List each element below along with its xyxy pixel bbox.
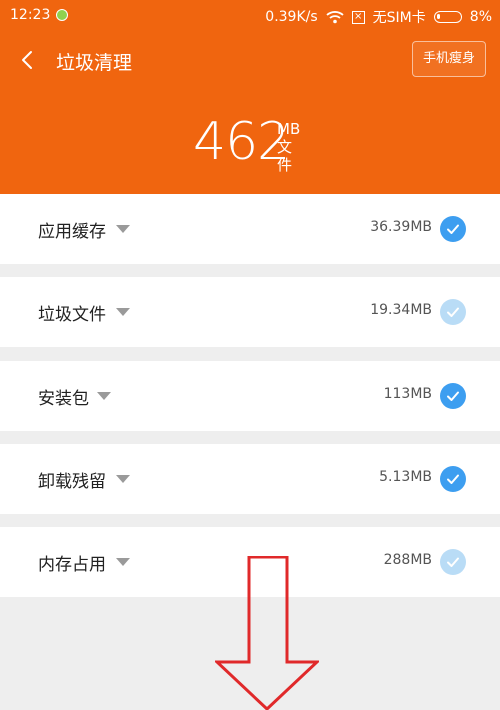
- category-label: 垃圾文件: [38, 305, 106, 325]
- category-label: 内存占用: [38, 555, 106, 575]
- category-label: 卸载残留: [38, 472, 106, 492]
- junk-category-row[interactable]: 应用缓存 36.39MB: [0, 194, 500, 264]
- total-units: MB 文件: [277, 120, 300, 174]
- battery-percent: 8%: [469, 9, 492, 25]
- caret-down-icon[interactable]: [116, 558, 130, 566]
- caret-down-icon[interactable]: [116, 308, 130, 316]
- caret-down-icon[interactable]: [97, 392, 111, 400]
- header: 12:23 0.39K/s × 无SIM卡 8% 垃圾清理 手机瘦身 462 M…: [0, 0, 500, 194]
- category-size: 19.34MB: [370, 302, 432, 318]
- phone-slim-button[interactable]: 手机瘦身: [412, 41, 486, 77]
- category-size: 5.13MB: [379, 469, 432, 485]
- wifi-icon: [326, 11, 344, 24]
- junk-category-row[interactable]: 垃圾文件 19.34MB: [0, 277, 500, 347]
- notification-icon: [56, 9, 68, 21]
- checkmark-icon[interactable]: [440, 549, 466, 575]
- category-size: 113MB: [383, 386, 432, 402]
- total-unit: MB: [277, 120, 301, 138]
- status-bar: 12:23 0.39K/s × 无SIM卡 8%: [0, 0, 500, 30]
- checkmark-icon[interactable]: [440, 383, 466, 409]
- caret-down-icon[interactable]: [116, 475, 130, 483]
- sim-status: 无SIM卡: [372, 10, 426, 26]
- checkmark-icon[interactable]: [440, 466, 466, 492]
- page-title: 垃圾清理: [56, 52, 133, 74]
- category-label: 应用缓存: [38, 222, 106, 242]
- down-arrow-annotation: [215, 556, 319, 710]
- battery-icon: [433, 11, 462, 23]
- status-right: 0.39K/s × 无SIM卡 8%: [265, 7, 492, 27]
- category-label: 安装包: [38, 389, 89, 409]
- caret-down-icon[interactable]: [116, 225, 130, 233]
- toolbar: 垃圾清理 手机瘦身: [0, 40, 500, 80]
- network-speed: 0.39K/s: [265, 9, 318, 25]
- total-number: 462: [193, 112, 290, 172]
- category-size: 36.39MB: [370, 219, 432, 235]
- category-size: 288MB: [383, 552, 432, 568]
- checkmark-icon[interactable]: [440, 299, 466, 325]
- chevron-left-icon[interactable]: [18, 49, 38, 71]
- checkmark-icon[interactable]: [440, 216, 466, 242]
- status-time: 12:23: [10, 7, 51, 23]
- sim-icon: ×: [351, 10, 365, 24]
- junk-category-row[interactable]: 卸载残留 5.13MB: [0, 444, 500, 514]
- total-size: 462 MB 文件: [193, 112, 300, 174]
- total-label: 文件: [277, 138, 293, 174]
- junk-category-row[interactable]: 安装包 113MB: [0, 361, 500, 431]
